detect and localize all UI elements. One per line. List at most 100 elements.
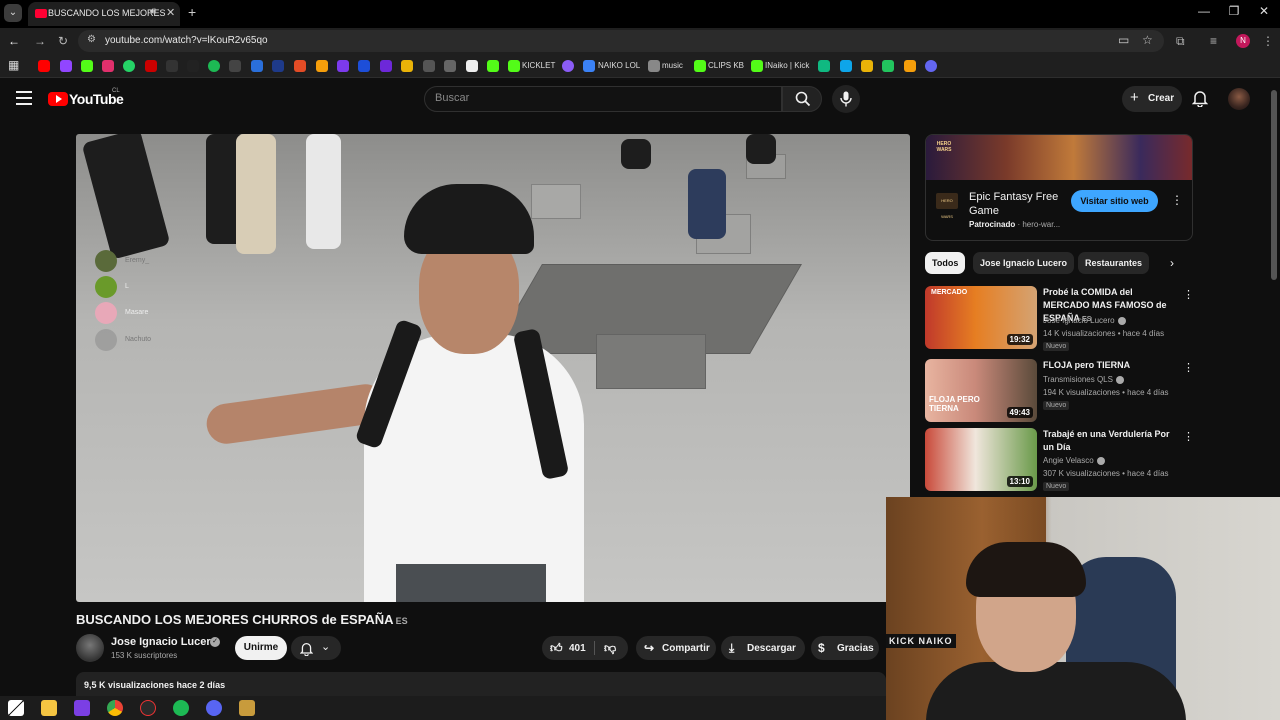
search-box[interactable] xyxy=(424,86,782,112)
url-text[interactable]: youtube.com/watch?v=lKouR2v65qo xyxy=(105,35,268,46)
kebab-menu-icon[interactable]: ⋮ xyxy=(1171,193,1183,207)
hamburger-menu-icon[interactable] xyxy=(16,91,32,105)
bookmark-globe-icon[interactable] xyxy=(562,60,574,72)
spotify-icon[interactable] xyxy=(173,700,189,716)
voice-search-button[interactable] xyxy=(832,85,860,113)
bookmark-music-icon[interactable] xyxy=(648,60,660,72)
video-editor-icon[interactable] xyxy=(74,700,90,716)
bookmark-green-icon[interactable] xyxy=(882,60,894,72)
bookmark-blue-icon[interactable] xyxy=(272,60,284,72)
speaker-icon[interactable]: 🔊︎ xyxy=(150,6,156,17)
ad-cta-button[interactable]: Visitar sitio web xyxy=(1071,190,1158,212)
bookmark-kick2-icon[interactable] xyxy=(487,60,499,72)
related-video[interactable]: 13:10 Trabajé en una Verdulería Por un D… xyxy=(925,428,1194,492)
extensions-icon[interactable]: ⧉ xyxy=(1176,34,1185,49)
channel-name[interactable]: Jose Ignacio Lucero xyxy=(111,636,217,648)
video-thumbnail[interactable]: 13:10 xyxy=(925,428,1037,491)
cast-icon[interactable]: ▭ xyxy=(1118,33,1129,47)
bookmark-orange-icon[interactable] xyxy=(316,60,328,72)
search-input[interactable] xyxy=(435,92,765,104)
bookmark-bars-icon[interactable] xyxy=(840,60,852,72)
related-channel[interactable]: Transmisiones QLS xyxy=(1043,375,1124,384)
ad-title[interactable]: Epic Fantasy Free Game xyxy=(969,190,1069,218)
channel-avatar[interactable] xyxy=(76,634,104,662)
related-video[interactable]: FLOJA PERO TIERNA 49:43 FLOJA pero TIERN… xyxy=(925,359,1194,423)
bookmark-violet-icon[interactable] xyxy=(380,60,392,72)
download-button[interactable]: ⤓ Descargar xyxy=(721,636,805,660)
bookmark-music-label[interactable]: music xyxy=(662,61,683,70)
bookmark-sync-icon[interactable] xyxy=(925,60,937,72)
bookmark-instagram-icon[interactable] xyxy=(102,60,114,72)
kebab-menu-icon[interactable]: ⋮ xyxy=(1183,361,1194,374)
sponsored-ad-card[interactable]: HERO WARS HERO WARS Epic Fantasy Free Ga… xyxy=(925,134,1193,241)
bookmark-naiko-lol-icon[interactable] xyxy=(583,60,595,72)
bookmark-r-icon[interactable] xyxy=(861,60,873,72)
related-video[interactable]: MERCADO 19:32 Probé la COMIDA del MERCAD… xyxy=(925,286,1194,351)
related-channel[interactable]: Jose Ignacio Lucero xyxy=(1043,316,1126,325)
kebab-menu-icon[interactable]: ⋮ xyxy=(1262,34,1274,48)
bookmark-s-icon[interactable] xyxy=(229,60,241,72)
related-video-title[interactable]: Trabajé en una Verdulería Por un Día xyxy=(1043,428,1181,454)
bookmark-cat-icon[interactable] xyxy=(423,60,435,72)
bookmark-u-icon[interactable] xyxy=(904,60,916,72)
bookmark-image-icon[interactable] xyxy=(444,60,456,72)
bookmark-yellow-icon[interactable] xyxy=(401,60,413,72)
file-explorer-icon[interactable] xyxy=(41,700,57,716)
windows-start-icon[interactable] xyxy=(8,700,24,716)
bookmark-kicklet-label[interactable]: KICKLET xyxy=(522,61,555,70)
join-button[interactable]: Unirme xyxy=(235,636,287,660)
discord-icon[interactable] xyxy=(206,700,222,716)
reload-icon[interactable]: ↻ xyxy=(58,34,68,48)
kebab-menu-icon[interactable]: ⋮ xyxy=(1183,288,1194,301)
forward-icon[interactable]: → xyxy=(34,34,46,48)
media-controls-icon[interactable]: ≡ xyxy=(1210,34,1217,48)
obs-icon[interactable] xyxy=(140,700,156,716)
bookmark-search-icon[interactable] xyxy=(358,60,370,72)
bookmark-naiko-lol-label[interactable]: NAIKO LOL xyxy=(598,61,640,70)
bookmark-naiko-kick-icon[interactable] xyxy=(751,60,763,72)
youtube-logo-icon[interactable] xyxy=(48,92,68,106)
bookmark-kick-icon[interactable] xyxy=(81,60,93,72)
like-count[interactable]: 401 xyxy=(569,643,586,654)
bookmark-x-icon[interactable] xyxy=(166,60,178,72)
bookmark-diamond-icon[interactable] xyxy=(466,60,478,72)
create-button[interactable]: + Crear xyxy=(1122,86,1182,112)
thanks-button[interactable]: $ Gracias xyxy=(811,636,879,660)
bookmark-twitch-icon[interactable] xyxy=(60,60,72,72)
bookmark-dk-icon[interactable] xyxy=(251,60,263,72)
ad-banner-image[interactable]: HERO WARS xyxy=(926,135,1192,180)
bookmark-youtube-icon[interactable] xyxy=(38,60,50,72)
bookmark-teal-icon[interactable] xyxy=(818,60,830,72)
apps-grid-icon[interactable]: ▦ xyxy=(8,58,19,72)
dislike-icon[interactable]: 👎︎ xyxy=(604,641,616,656)
search-button[interactable] xyxy=(782,86,822,112)
kebab-menu-icon[interactable]: ⋮ xyxy=(1183,430,1194,443)
video-thumbnail[interactable]: MERCADO 19:32 xyxy=(925,286,1037,349)
site-info-icon[interactable]: ⚙ xyxy=(87,34,96,45)
bookmark-purple-icon[interactable] xyxy=(337,60,349,72)
new-tab-button[interactable]: + xyxy=(188,4,196,20)
chip-all[interactable]: Todos xyxy=(925,252,966,274)
like-icon[interactable]: 👍︎ xyxy=(550,641,563,656)
bookmark-tiktok-icon[interactable] xyxy=(187,60,199,72)
bookmark-red-icon[interactable] xyxy=(145,60,157,72)
related-channel[interactable]: Angie Velasco xyxy=(1043,456,1105,465)
browser-tab-active[interactable]: BUSCANDO LOS MEJORES 🔊︎ ✕ xyxy=(28,2,180,26)
chevron-right-icon[interactable]: › xyxy=(1170,256,1174,270)
video-player[interactable]: Eremy_ L Masare Nachuto xyxy=(76,134,910,602)
close-window-button[interactable]: ✕ xyxy=(1244,4,1280,18)
chrome-icon[interactable] xyxy=(107,700,123,716)
bookmark-naiko-kick-label[interactable]: INaiko | Kick xyxy=(765,61,809,70)
subscription-bell-button[interactable]: ⌄ xyxy=(291,636,341,660)
tab-search-button[interactable]: ⌄ xyxy=(4,4,22,22)
bookmark-clips-icon[interactable] xyxy=(694,60,706,72)
user-avatar[interactable] xyxy=(1228,88,1250,110)
league-icon[interactable] xyxy=(239,700,255,716)
notifications-bell-icon[interactable] xyxy=(1192,89,1208,107)
video-thumbnail[interactable]: FLOJA PERO TIERNA 49:43 xyxy=(925,359,1037,422)
bookmark-kicklet-icon[interactable] xyxy=(508,60,520,72)
bookmark-star-icon[interactable]: ☆ xyxy=(1142,33,1153,47)
close-tab-icon[interactable]: ✕ xyxy=(166,6,175,19)
bookmark-chart-icon[interactable] xyxy=(294,60,306,72)
bookmark-whatsapp-icon[interactable] xyxy=(123,60,135,72)
